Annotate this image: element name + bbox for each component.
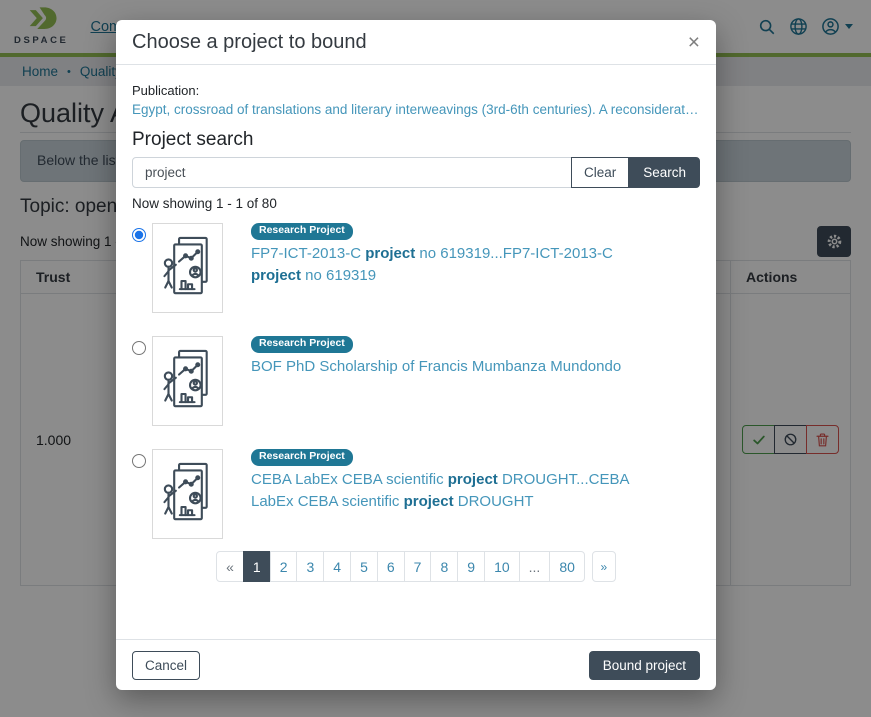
pagination-group: «12345678910...80 (216, 551, 585, 582)
project-radio[interactable] (132, 454, 146, 468)
entity-type-badge: Research Project (251, 449, 353, 466)
project-search-group: Clear Search (132, 157, 700, 188)
bound-project-button[interactable]: Bound project (589, 651, 700, 680)
project-search-input[interactable] (132, 157, 572, 188)
pagination-page-1[interactable]: 1 (243, 551, 271, 582)
project-title-link[interactable]: BOF PhD Scholarship of Francis Mumbanza … (251, 356, 621, 378)
pagination-next-button[interactable]: » (592, 551, 616, 582)
project-title-link[interactable]: CEBA LabEx CEBA scientific project DROUG… (251, 469, 663, 513)
modal-body: Publication: Egypt, crossroad of transla… (116, 65, 716, 639)
pagination-ellipsis: ... (519, 551, 551, 582)
choose-project-modal: Choose a project to bound × Publication:… (116, 20, 716, 690)
project-thumbnail-icon (152, 223, 223, 313)
project-list: Research Project FP7-ICT-2013-C project n… (132, 223, 700, 539)
pagination-page-6[interactable]: 6 (377, 551, 405, 582)
pagination-page-5[interactable]: 5 (350, 551, 378, 582)
pagination-prev[interactable]: « (216, 551, 244, 582)
project-thumbnail-icon (152, 449, 223, 539)
modal-footer: Cancel Bound project (116, 639, 716, 690)
pagination-page-80[interactable]: 80 (549, 551, 585, 582)
close-icon[interactable]: × (688, 32, 700, 53)
project-thumbnail-icon (152, 336, 223, 426)
publication-label: Publication: (132, 83, 700, 98)
screen: DSPACE Commu Home • Quality A (0, 0, 871, 717)
pagination-page-10[interactable]: 10 (484, 551, 520, 582)
pagination-page-7[interactable]: 7 (404, 551, 432, 582)
search-button[interactable]: Search (629, 157, 700, 188)
entity-type-badge: Research Project (251, 336, 353, 353)
entity-type-badge: Research Project (251, 223, 353, 240)
project-option[interactable]: Research Project CEBA LabEx CEBA scientif… (132, 449, 700, 539)
pagination-page-8[interactable]: 8 (430, 551, 458, 582)
cancel-button[interactable]: Cancel (132, 651, 200, 680)
modal-title: Choose a project to bound (132, 31, 367, 54)
modal-header: Choose a project to bound × (116, 20, 716, 65)
project-search-heading: Project search (132, 129, 700, 151)
pagination-page-3[interactable]: 3 (296, 551, 324, 582)
project-radio[interactable] (132, 341, 146, 355)
pagination-page-9[interactable]: 9 (457, 551, 485, 582)
pagination-page-2[interactable]: 2 (270, 551, 298, 582)
clear-button[interactable]: Clear (571, 157, 629, 188)
project-option[interactable]: Research Project FP7-ICT-2013-C project n… (132, 223, 700, 313)
project-radio[interactable] (132, 228, 146, 242)
publication-link[interactable]: Egypt, crossroad of translations and lit… (132, 102, 700, 117)
pagination: «12345678910...80 » (132, 551, 700, 582)
project-title-link[interactable]: FP7-ICT-2013-C project no 619319...FP7-I… (251, 243, 663, 287)
pagination-page-4[interactable]: 4 (323, 551, 351, 582)
modal-results-count: Now showing 1 - 1 of 80 (132, 196, 700, 211)
project-option[interactable]: Research Project BOF PhD Scholarship of F… (132, 336, 700, 426)
